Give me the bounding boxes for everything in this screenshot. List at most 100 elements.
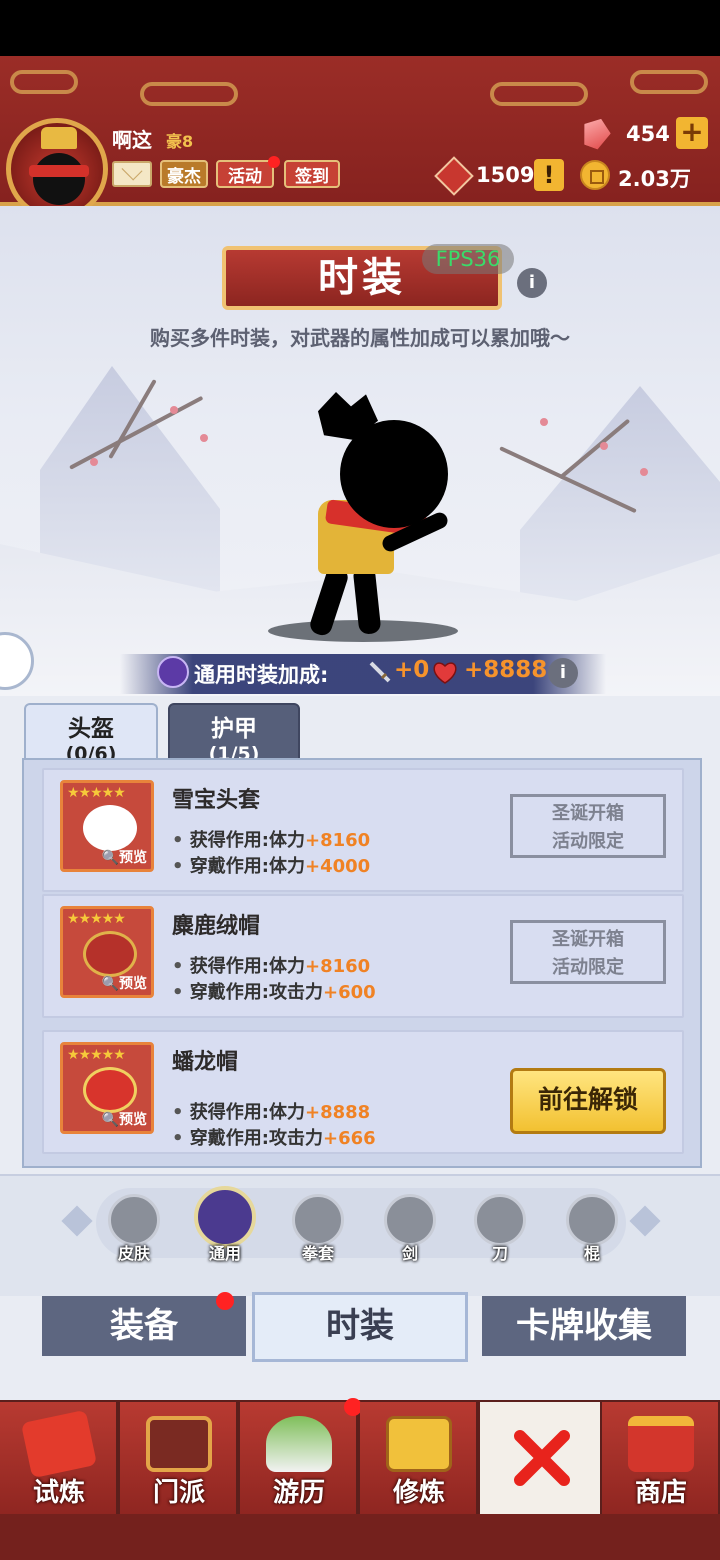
wear-effect: 穿戴作用:体力+4000 <box>172 852 370 878</box>
category-label: 拳套 <box>301 1244 334 1263</box>
fps-counter: FPS36 <box>422 244 514 274</box>
item-name: 雪宝头套 <box>172 788 261 813</box>
page-subtitle: 购买多件时装，对武器的属性加成可以累加哦～ <box>150 326 570 350</box>
preview-link[interactable]: 🔍预览 <box>102 973 147 993</box>
blossom <box>600 442 608 450</box>
list-item[interactable]: ★★★★★ 🔍预览 麋鹿绒帽 获得作用:体力+8160 穿戴作用:攻击力+600… <box>42 894 684 1018</box>
hero-button[interactable]: 豪杰 <box>160 160 208 188</box>
info-icon[interactable]: i <box>517 268 547 298</box>
add-gems-button[interactable]: + <box>676 117 708 149</box>
top-header <box>0 56 720 206</box>
blossom <box>540 418 548 426</box>
list-item[interactable]: ★★★★★ 🔍预览 雪宝头套 获得作用:体力+8160 穿戴作用:体力+4000… <box>42 768 684 892</box>
category-label: 剑 <box>401 1244 418 1263</box>
nav-label: 商店 <box>634 1478 687 1508</box>
blossom <box>640 468 648 476</box>
tab-helmet[interactable]: 头盔 (0/6) <box>24 703 158 765</box>
info-icon[interactable]: i <box>548 658 578 688</box>
tab-equipment[interactable]: 装备 <box>42 1296 246 1356</box>
sword-icon <box>369 661 391 683</box>
blade-category-icon[interactable] <box>474 1194 526 1246</box>
nav-label: 游历 <box>272 1478 325 1508</box>
status-bar <box>0 0 720 56</box>
category-label: 棍 <box>583 1244 600 1263</box>
avatar-headband <box>29 165 89 177</box>
player-name: 啊这 <box>112 128 152 152</box>
nav-sect[interactable]: 门派 <box>120 1402 238 1514</box>
blossom <box>90 458 98 466</box>
category-label: 皮肤 <box>117 1244 150 1263</box>
crown-icon <box>41 127 77 149</box>
wear-effect: 穿戴作用:攻击力+666 <box>172 1124 376 1150</box>
obtain-effect: 获得作用:体力+8160 <box>172 826 370 852</box>
scroll-icon <box>20 1409 98 1479</box>
preview-link[interactable]: 🔍预览 <box>102 847 147 867</box>
nav-shop[interactable]: 商店 <box>602 1402 720 1514</box>
close-icon <box>514 1430 570 1486</box>
nav-label: 门派 <box>152 1478 205 1508</box>
star-rating: ★★★★★ <box>67 785 126 801</box>
avatar-face <box>33 153 85 205</box>
general-category-icon[interactable] <box>194 1186 256 1248</box>
gauntlet-category-icon[interactable] <box>292 1194 344 1246</box>
wear-effect: 穿戴作用:攻击力+600 <box>172 978 376 1004</box>
cloud-ornament <box>10 70 78 94</box>
heart-icon <box>433 662 457 684</box>
cloud-ornament <box>630 70 708 94</box>
go-unlock-button[interactable]: 前往解锁 <box>510 1068 666 1134</box>
item-thumbnail[interactable]: ★★★★★ 🔍预览 <box>60 906 154 998</box>
bonus-attack-value: +0 <box>394 657 430 683</box>
checkin-button[interactable]: 签到 <box>284 160 340 188</box>
category-label: 通用 <box>208 1244 241 1263</box>
tab-card-collection[interactable]: 卡牌收集 <box>482 1296 686 1356</box>
landscape-icon <box>266 1416 332 1472</box>
limited-event-stamp: 圣诞开箱 活动限定 <box>510 794 666 858</box>
blossom <box>170 406 178 414</box>
item-thumbnail[interactable]: ★★★★★ 🔍预览 <box>60 1042 154 1134</box>
bottom-strip <box>0 1514 720 1560</box>
shop-icon <box>628 1416 694 1472</box>
tab-label: 头盔 <box>68 716 114 742</box>
notification-dot <box>268 156 280 168</box>
dragon-hat-icon <box>83 1067 137 1113</box>
nav-trial[interactable]: 试炼 <box>0 1402 118 1514</box>
skin-category-icon[interactable] <box>108 1194 160 1246</box>
item-name: 蟠龙帽 <box>172 1050 239 1075</box>
limited-event-stamp: 圣诞开箱 活动限定 <box>510 920 666 984</box>
category-label: 刀 <box>491 1244 508 1263</box>
list-item[interactable]: ★★★★★ 🔍预览 蟠龙帽 获得作用:体力+8888 穿戴作用:攻击力+666 … <box>42 1030 684 1154</box>
star-rating: ★★★★★ <box>67 1047 126 1063</box>
vip-level: 豪8 <box>166 132 194 151</box>
nav-label: 修炼 <box>392 1478 445 1508</box>
blossom <box>200 434 208 442</box>
crossed-swords-icon <box>157 656 189 688</box>
star-rating: ★★★★★ <box>67 911 126 927</box>
notification-dot <box>216 1292 234 1310</box>
bonus-label: 通用时装加成: <box>194 663 329 687</box>
nav-travel[interactable]: 游历 <box>240 1402 358 1514</box>
coin-count: 2.03万 <box>618 167 691 191</box>
mail-icon[interactable] <box>112 161 152 187</box>
preview-link[interactable]: 🔍预览 <box>102 1109 147 1129</box>
alert-button[interactable]: ! <box>534 159 564 191</box>
cloud-ornament <box>140 82 238 106</box>
bonus-hp-value: +8888 <box>464 657 548 683</box>
nav-label: 试炼 <box>32 1478 85 1508</box>
category-rail <box>96 1188 626 1258</box>
gem-count: 454 <box>626 122 670 146</box>
book-icon <box>386 1416 452 1472</box>
staff-category-icon[interactable] <box>566 1194 618 1246</box>
snowman-hat-icon <box>83 805 137 851</box>
honor-count: 1509 <box>476 163 535 187</box>
coin-icon <box>580 160 610 190</box>
nav-cultivate[interactable]: 修炼 <box>360 1402 478 1514</box>
reindeer-hat-icon <box>83 931 137 977</box>
player-avatar[interactable] <box>6 118 108 220</box>
tab-fashion[interactable]: 时装 <box>252 1292 468 1362</box>
gate-icon <box>146 1416 212 1472</box>
item-thumbnail[interactable]: ★★★★★ 🔍预览 <box>60 780 154 872</box>
item-name: 麋鹿绒帽 <box>172 914 261 939</box>
event-button[interactable]: 活动 <box>216 160 274 188</box>
tab-armor[interactable]: 护甲 (1/5) <box>168 703 300 765</box>
sword-category-icon[interactable] <box>384 1194 436 1246</box>
